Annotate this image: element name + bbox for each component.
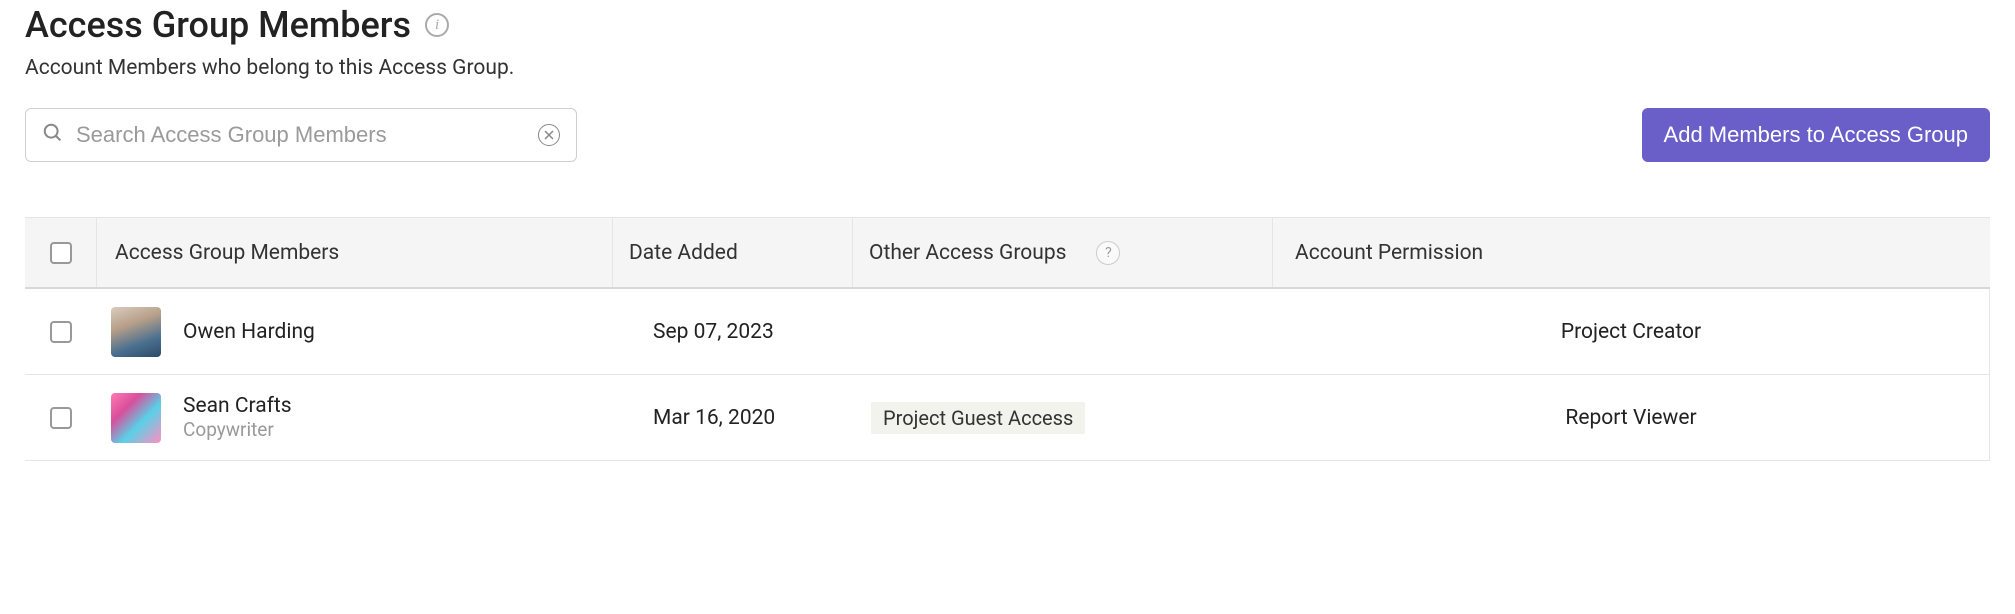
select-all-checkbox[interactable] xyxy=(50,242,72,264)
search-icon xyxy=(42,122,64,148)
row-checkbox[interactable] xyxy=(50,407,72,429)
date-added: Mar 16, 2020 xyxy=(653,406,775,430)
search-container xyxy=(25,108,577,162)
search-input[interactable] xyxy=(76,122,538,148)
page-title: Access Group Members xyxy=(25,4,411,46)
date-added: Sep 07, 2023 xyxy=(653,320,774,344)
add-members-button[interactable]: Add Members to Access Group xyxy=(1642,108,1990,162)
column-header-other-groups[interactable]: Other Access Groups xyxy=(869,241,1066,265)
column-header-members[interactable]: Access Group Members xyxy=(115,241,339,265)
account-permission: Report Viewer xyxy=(1565,406,1696,430)
table-header: Access Group Members Date Added Other Ac… xyxy=(25,217,1990,289)
avatar[interactable] xyxy=(111,307,161,357)
member-name[interactable]: Owen Harding xyxy=(183,320,315,344)
column-header-permission[interactable]: Account Permission xyxy=(1295,241,1483,265)
member-name[interactable]: Sean Crafts xyxy=(183,394,292,418)
account-permission: Project Creator xyxy=(1561,320,1701,344)
info-icon[interactable]: i xyxy=(425,13,449,37)
row-checkbox[interactable] xyxy=(50,321,72,343)
member-role: Copywriter xyxy=(183,418,292,441)
clear-search-icon[interactable] xyxy=(538,124,560,146)
help-icon[interactable]: ? xyxy=(1096,241,1120,265)
avatar[interactable] xyxy=(111,393,161,443)
page-subtitle: Account Members who belong to this Acces… xyxy=(25,56,1990,80)
members-table: Access Group Members Date Added Other Ac… xyxy=(25,217,1990,461)
access-group-tag[interactable]: Project Guest Access xyxy=(871,402,1085,434)
table-row: Owen Harding Sep 07, 2023 Project Creato… xyxy=(25,289,1989,375)
column-header-date[interactable]: Date Added xyxy=(629,241,738,265)
table-row: Sean Crafts Copywriter Mar 16, 2020 Proj… xyxy=(25,375,1989,461)
